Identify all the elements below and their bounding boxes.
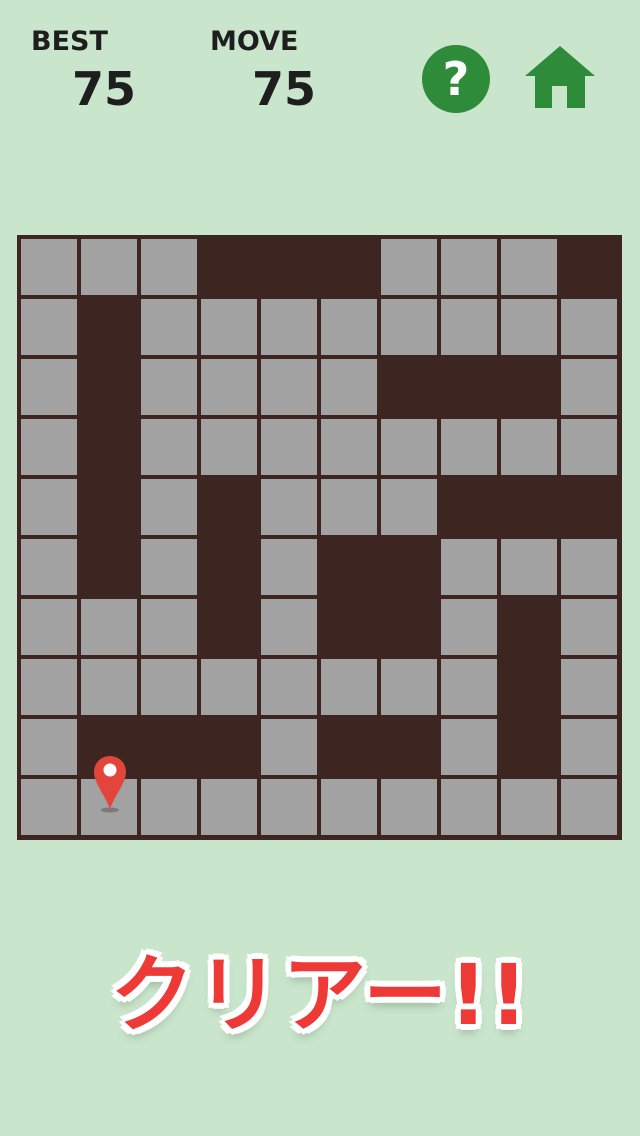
board-cell[interactable] <box>21 719 77 775</box>
board-cell[interactable] <box>141 299 197 355</box>
home-icon[interactable] <box>524 44 596 110</box>
board-cell[interactable] <box>201 659 257 715</box>
board-cell[interactable] <box>561 779 617 835</box>
board-cell[interactable] <box>441 539 497 595</box>
board-cell[interactable] <box>141 599 197 655</box>
board-cell[interactable] <box>201 419 257 475</box>
help-button[interactable]: ? <box>422 45 490 113</box>
map-pin-icon <box>94 756 126 813</box>
board-cell[interactable] <box>261 299 317 355</box>
board-cell[interactable] <box>141 659 197 715</box>
board-cell[interactable] <box>381 419 437 475</box>
best-label: BEST <box>31 26 108 57</box>
board-cell[interactable] <box>141 479 197 535</box>
board-cell[interactable] <box>441 719 497 775</box>
board-cell[interactable] <box>501 779 557 835</box>
board-cell[interactable] <box>261 359 317 415</box>
board-cell[interactable] <box>21 239 77 295</box>
board-cell[interactable] <box>321 419 377 475</box>
board-cell[interactable] <box>501 299 557 355</box>
pin-hole <box>103 763 117 777</box>
board-cell[interactable] <box>81 239 137 295</box>
board-cell[interactable] <box>201 779 257 835</box>
board-cell[interactable] <box>141 539 197 595</box>
board-cell[interactable] <box>321 659 377 715</box>
board-cell[interactable] <box>501 419 557 475</box>
board-cell[interactable] <box>561 299 617 355</box>
board-cell[interactable] <box>81 659 137 715</box>
board-cell[interactable] <box>381 659 437 715</box>
board-cell[interactable] <box>141 779 197 835</box>
board-cell[interactable] <box>321 779 377 835</box>
board-cell[interactable] <box>321 479 377 535</box>
home-door <box>552 86 567 108</box>
board-cell[interactable] <box>21 779 77 835</box>
question-icon: ? <box>442 52 470 106</box>
board-cell[interactable] <box>321 299 377 355</box>
board-cell[interactable] <box>141 239 197 295</box>
board-cell[interactable] <box>261 479 317 535</box>
board-cell[interactable] <box>381 299 437 355</box>
board-cell[interactable] <box>441 299 497 355</box>
board-cell[interactable] <box>21 539 77 595</box>
board-cell[interactable] <box>441 779 497 835</box>
board-cell[interactable] <box>501 539 557 595</box>
board-cell[interactable] <box>381 479 437 535</box>
board-cell[interactable] <box>21 299 77 355</box>
board-cell[interactable] <box>441 419 497 475</box>
board-cell[interactable] <box>261 599 317 655</box>
board-cell[interactable] <box>501 239 557 295</box>
board-cell[interactable] <box>81 599 137 655</box>
board-cell[interactable] <box>561 359 617 415</box>
board-cell[interactable] <box>141 359 197 415</box>
board-cell[interactable] <box>561 599 617 655</box>
board-cell[interactable] <box>441 599 497 655</box>
board-cell[interactable] <box>141 419 197 475</box>
board-cell[interactable] <box>261 719 317 775</box>
board-cell[interactable] <box>441 239 497 295</box>
board-cell[interactable] <box>561 659 617 715</box>
board-cell[interactable] <box>21 659 77 715</box>
board-cell[interactable] <box>261 779 317 835</box>
board-cell[interactable] <box>441 659 497 715</box>
board-cell[interactable] <box>381 239 437 295</box>
move-value: 75 <box>252 62 317 116</box>
board-cell[interactable] <box>261 419 317 475</box>
game-board <box>17 235 622 840</box>
board-cell[interactable] <box>321 359 377 415</box>
clear-message: クリアー!! <box>110 946 530 1044</box>
board-cell[interactable] <box>21 599 77 655</box>
move-label: MOVE <box>210 26 299 57</box>
board-cell[interactable] <box>21 479 77 535</box>
board-cell[interactable] <box>21 359 77 415</box>
board-cell[interactable] <box>381 779 437 835</box>
board-cell[interactable] <box>261 659 317 715</box>
board-cell[interactable] <box>561 719 617 775</box>
board-cell[interactable] <box>21 419 77 475</box>
board-cell[interactable] <box>561 539 617 595</box>
board-cell[interactable] <box>201 299 257 355</box>
board-cell[interactable] <box>201 359 257 415</box>
board-cell[interactable] <box>561 419 617 475</box>
best-value: 75 <box>72 62 137 116</box>
board-cell[interactable] <box>261 539 317 595</box>
